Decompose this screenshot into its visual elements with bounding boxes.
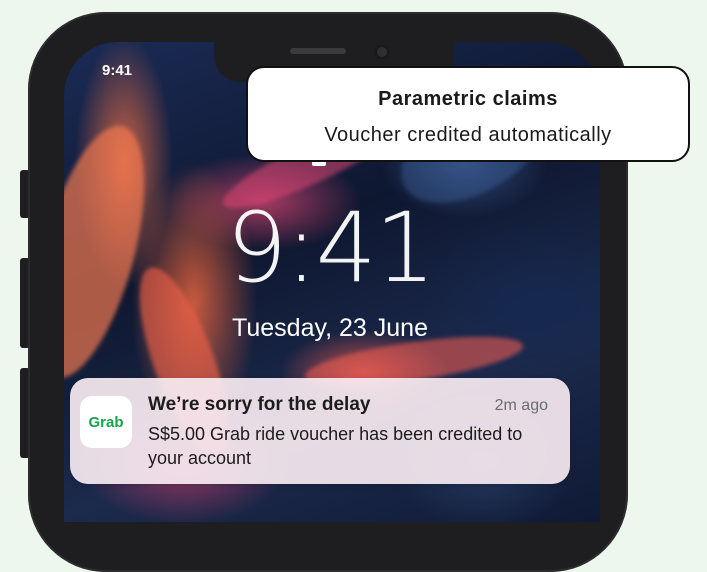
status-bar-time: 9:41 — [102, 62, 133, 79]
callout-subtitle: Voucher credited automatically — [324, 124, 612, 146]
notification-title: We’re sorry for the delay — [148, 394, 371, 415]
callout-box: Parametric claims Voucher credited autom… — [246, 66, 690, 162]
lock-screen-date: Tuesday, 23 June — [232, 314, 428, 342]
notification-card[interactable]: Grab We’re sorry for the delay 2m ago S$… — [70, 378, 570, 484]
callout-title: Parametric claims — [378, 88, 558, 110]
lock-screen-time: 9:41 — [226, 192, 436, 304]
speaker-grille — [290, 48, 346, 54]
grab-app-icon: Grab — [80, 396, 132, 448]
notification-body: S$5.00 Grab ride voucher has been credit… — [148, 424, 523, 468]
front-camera — [374, 44, 390, 60]
notification-time: 2m ago — [494, 397, 548, 414]
